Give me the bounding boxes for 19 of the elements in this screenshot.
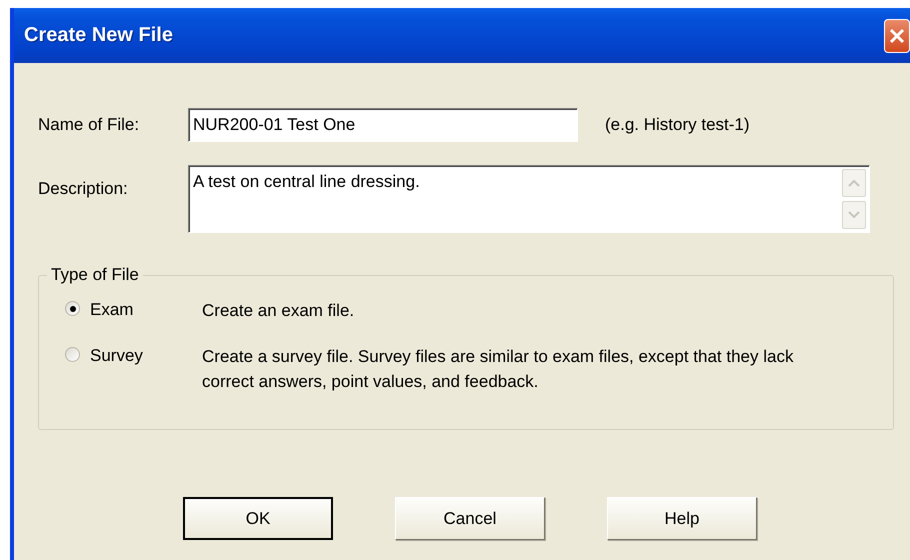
field-label: Name of File: xyxy=(38,115,140,135)
window-title: Create New File xyxy=(24,24,173,47)
field-label: Description: xyxy=(38,178,129,200)
group-title: Type of File xyxy=(50,265,140,285)
dialog-button[interactable]: Help xyxy=(607,497,757,540)
dialog-button[interactable]: OK xyxy=(183,497,333,540)
option-label[interactable]: Survey xyxy=(86,345,202,367)
option-description: Create an exam file. xyxy=(202,300,356,322)
option-label[interactable]: Exam xyxy=(86,299,202,321)
scroll-up-icon[interactable] xyxy=(848,179,860,187)
close-icon xyxy=(889,28,905,44)
dialog-button[interactable]: Cancel xyxy=(395,497,545,540)
hint-text: (e.g. History test-1) xyxy=(605,115,750,135)
close-button[interactable] xyxy=(884,18,910,52)
name-field[interactable]: NUR200-01 Test One xyxy=(188,108,578,142)
option-description: Create a survey file. Survey files are similar to exam files, except that they lack correct answers, point values, and feedback. xyxy=(202,346,794,393)
radio-button[interactable] xyxy=(65,347,80,362)
scroll-down-icon[interactable] xyxy=(848,211,860,219)
radio-button[interactable] xyxy=(65,301,80,316)
